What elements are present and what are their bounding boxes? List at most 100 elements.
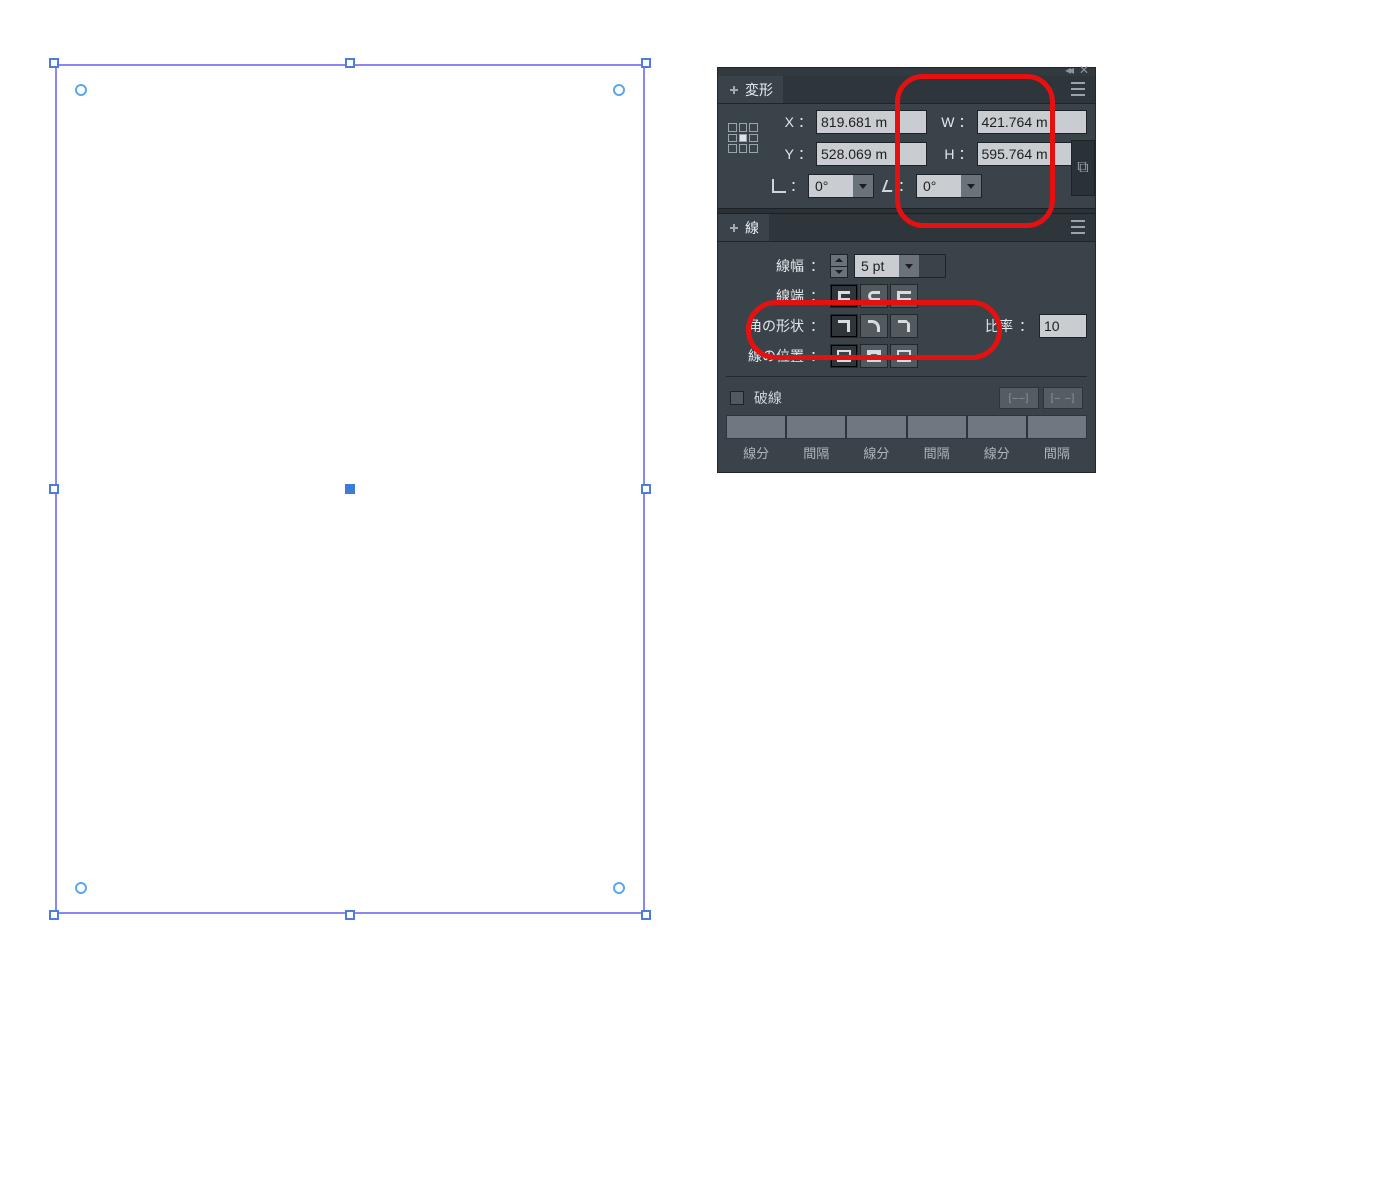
dash-align-corners-button[interactable]: [‒ ‒] xyxy=(1043,387,1083,409)
stroke-cap-row: 線端 ： xyxy=(726,284,1087,308)
dash-align-exact-button[interactable]: [‒‒] xyxy=(999,387,1039,409)
align-stroke-center-button[interactable] xyxy=(830,344,858,368)
stroke-panel-tabbar: 線 xyxy=(718,214,1095,242)
miter-limit-label: 比率 xyxy=(985,316,1013,336)
tab-transform[interactable]: 変形 xyxy=(718,76,783,103)
dash-cell-1[interactable] xyxy=(726,415,786,439)
stroke-panel-menu-button[interactable] xyxy=(1071,220,1089,234)
w-value[interactable]: 421.764 m xyxy=(977,110,1088,134)
join-miter-button[interactable] xyxy=(830,314,858,338)
tab-stroke[interactable]: 線 xyxy=(718,214,769,241)
shear-field[interactable]: ： 0° xyxy=(884,174,982,198)
align-inside-icon xyxy=(867,350,881,362)
align-stroke-inside-button[interactable] xyxy=(860,344,888,368)
stroke-width-stepper[interactable] xyxy=(830,254,848,278)
resize-handle-bl[interactable] xyxy=(49,910,59,920)
stroke-width-combo[interactable]: 5 pt xyxy=(854,254,946,278)
transform-panel-tabbar: 変形 xyxy=(718,76,1095,104)
stroke-width-value[interactable]: 5 pt xyxy=(855,255,899,277)
shear-value[interactable]: 0° xyxy=(917,175,961,197)
dropdown-arrow-icon[interactable] xyxy=(961,175,981,197)
y-label: Y xyxy=(772,146,794,162)
transform-panel-menu-button[interactable] xyxy=(1071,82,1089,96)
rotate-icon xyxy=(772,179,786,193)
collapse-dock-icon[interactable]: ◂◂ xyxy=(1065,66,1071,74)
dash-cell-4[interactable] xyxy=(907,415,967,439)
h-field[interactable]: H ： 595.764 m xyxy=(933,142,1088,166)
dash-corners-icon: [‒ ‒] xyxy=(1051,393,1075,404)
rotate-combo[interactable]: 0° xyxy=(808,174,874,198)
stroke-width-label: 線幅 xyxy=(726,256,804,276)
resize-handle-tl[interactable] xyxy=(49,58,59,68)
dash-label-2: 間隔 xyxy=(786,443,846,462)
stroke-join-label: 角の形状 xyxy=(726,316,804,336)
resize-handle-ml[interactable] xyxy=(49,484,59,494)
y-value[interactable]: 528.069 m xyxy=(816,142,927,166)
stroke-join-row: 角の形状 ： 比率 ： 10 xyxy=(726,314,1087,338)
resize-handle-bm[interactable] xyxy=(345,910,355,920)
cap-butt-button[interactable] xyxy=(830,284,858,308)
corner-radius-handle-bl[interactable] xyxy=(75,882,87,894)
expand-toggle-icon[interactable] xyxy=(728,222,740,234)
align-outside-icon xyxy=(897,350,911,362)
colon-text: ： xyxy=(959,112,973,132)
resize-handle-br[interactable] xyxy=(641,910,651,920)
join-bevel-button[interactable] xyxy=(890,314,918,338)
corner-radius-handle-tl[interactable] xyxy=(75,84,87,96)
join-round-icon xyxy=(868,320,880,332)
constrain-proportions-button[interactable]: ⧉ xyxy=(1071,140,1095,196)
dash-pattern-labels: 線分 間隔 線分 間隔 線分 間隔 xyxy=(726,443,1087,462)
dash-pattern-inputs xyxy=(726,415,1087,439)
colon-text: ： xyxy=(798,112,812,132)
dash-exact-icon: [‒‒] xyxy=(1009,393,1030,404)
align-center-icon xyxy=(837,350,851,362)
miter-limit-value[interactable]: 10 xyxy=(1039,314,1087,338)
step-down-icon[interactable] xyxy=(831,266,847,278)
colon-text: ： xyxy=(959,144,973,164)
rotate-field[interactable]: ： 0° xyxy=(772,174,874,198)
dash-label-6: 間隔 xyxy=(1027,443,1087,462)
dash-label-4: 間隔 xyxy=(907,443,967,462)
resize-handle-tm[interactable] xyxy=(345,58,355,68)
corner-radius-handle-br[interactable] xyxy=(613,882,625,894)
rotate-value[interactable]: 0° xyxy=(809,175,853,197)
transform-panel-body: X ： 819.681 m W ： 421.764 m Y ： 528.069 … xyxy=(718,104,1095,208)
tab-transform-label: 変形 xyxy=(745,80,773,100)
canvas-selection[interactable] xyxy=(55,64,645,914)
expand-toggle-icon[interactable] xyxy=(728,84,740,96)
align-stroke-outside-button[interactable] xyxy=(890,344,918,368)
x-value[interactable]: 819.681 m xyxy=(816,110,927,134)
dash-section: 破線 [‒‒] [‒ ‒] 線分 間隔 線分 間隔 線分 xyxy=(726,376,1087,462)
join-round-button[interactable] xyxy=(860,314,888,338)
dashed-line-toggle[interactable]: 破線 xyxy=(730,388,782,408)
panel-dock-handle[interactable]: ◂◂ ✕ xyxy=(718,68,1095,76)
dash-cell-2[interactable] xyxy=(786,415,846,439)
dropdown-arrow-icon[interactable] xyxy=(899,255,919,277)
x-label: X xyxy=(772,114,794,130)
colon-text: ： xyxy=(798,144,812,164)
dropdown-arrow-icon[interactable] xyxy=(853,175,873,197)
checkbox-icon[interactable] xyxy=(730,391,744,405)
close-dock-icon[interactable]: ✕ xyxy=(1079,66,1089,74)
dash-cell-5[interactable] xyxy=(967,415,1027,439)
stroke-cap-label: 線端 xyxy=(726,286,804,306)
x-field[interactable]: X ： 819.681 m xyxy=(772,110,927,134)
resize-handle-mr[interactable] xyxy=(641,484,651,494)
dash-cell-3[interactable] xyxy=(846,415,906,439)
cap-round-icon xyxy=(868,291,880,301)
cap-round-button[interactable] xyxy=(860,284,888,308)
cap-projecting-button[interactable] xyxy=(890,284,918,308)
reference-point-selector[interactable] xyxy=(726,121,760,155)
step-up-icon[interactable] xyxy=(831,255,847,266)
dash-cell-6[interactable] xyxy=(1027,415,1087,439)
corner-radius-handle-tr[interactable] xyxy=(613,84,625,96)
w-field[interactable]: W ： 421.764 m xyxy=(933,110,1088,134)
stroke-width-row: 線幅 ： 5 pt xyxy=(726,254,1087,278)
join-bevel-icon xyxy=(898,320,910,332)
cap-projecting-icon xyxy=(897,291,911,301)
resize-handle-tr[interactable] xyxy=(641,58,651,68)
dash-label-1: 線分 xyxy=(726,443,786,462)
shear-combo[interactable]: 0° xyxy=(916,174,982,198)
shear-icon xyxy=(882,180,896,192)
y-field[interactable]: Y ： 528.069 m xyxy=(772,142,927,166)
